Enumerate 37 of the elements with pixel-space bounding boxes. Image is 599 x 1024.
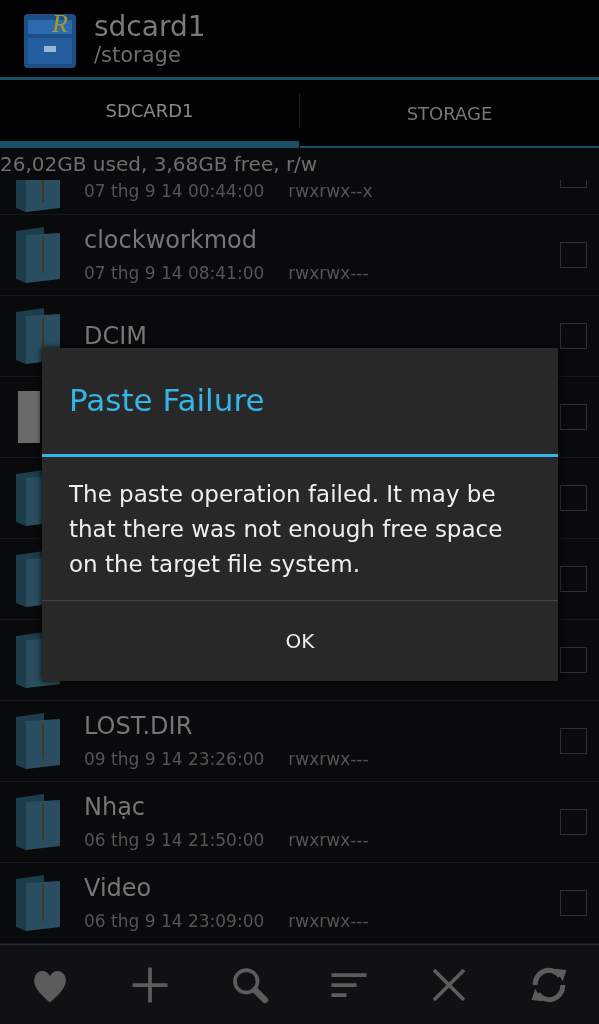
dialog-title: Paste Failure — [68, 381, 266, 421]
file-name: Nhạc — [84, 793, 147, 821]
folder-icon — [14, 875, 62, 931]
permissions: rwxrwx--x — [288, 180, 373, 202]
checkbox[interactable] — [560, 180, 587, 188]
folder-icon — [14, 794, 62, 850]
permissions: rwxrwx--- — [288, 748, 369, 770]
permissions: rwxrwx--- — [288, 829, 369, 851]
checkbox[interactable] — [560, 485, 587, 511]
file-name: Video — [84, 874, 153, 902]
checkbox[interactable] — [560, 728, 587, 754]
checkbox[interactable] — [560, 809, 587, 835]
checkbox[interactable] — [560, 242, 587, 268]
file-icon — [18, 391, 40, 443]
permissions: rwxrwx--- — [288, 910, 369, 932]
storage-info: 26,02GB used, 3,68GB free, r/w — [0, 148, 599, 180]
modified-date: 07 thg 9 14 00:44:00 — [84, 180, 265, 202]
file-name: DCIM — [84, 322, 149, 350]
screen-title: sdcard1 — [94, 10, 206, 43]
checkbox[interactable] — [560, 647, 587, 673]
modified-date: 09 thg 9 14 23:26:00 — [84, 748, 265, 770]
checkbox[interactable] — [560, 323, 587, 349]
checkbox[interactable] — [560, 890, 587, 916]
ok-button[interactable]: OK — [42, 601, 558, 681]
file-name: LOST.DIR — [84, 712, 194, 740]
path-label: /storage — [94, 42, 182, 67]
modified-date: 07 thg 9 14 08:41:00 — [84, 262, 265, 284]
folder-icon — [14, 180, 62, 212]
folder-icon — [14, 227, 62, 283]
permissions: rwxrwx--- — [288, 262, 369, 284]
modified-date: 06 thg 9 14 21:50:00 — [84, 829, 265, 851]
modified-date: 06 thg 9 14 23:09:00 — [84, 910, 265, 932]
folder-icon — [14, 713, 62, 769]
dialog-message: The paste operation failed. It may be that there was not enough free space on the target file system. — [68, 480, 504, 579]
checkbox[interactable] — [560, 566, 587, 592]
file-name: clockworkmod — [84, 226, 258, 254]
checkbox[interactable] — [560, 404, 587, 430]
